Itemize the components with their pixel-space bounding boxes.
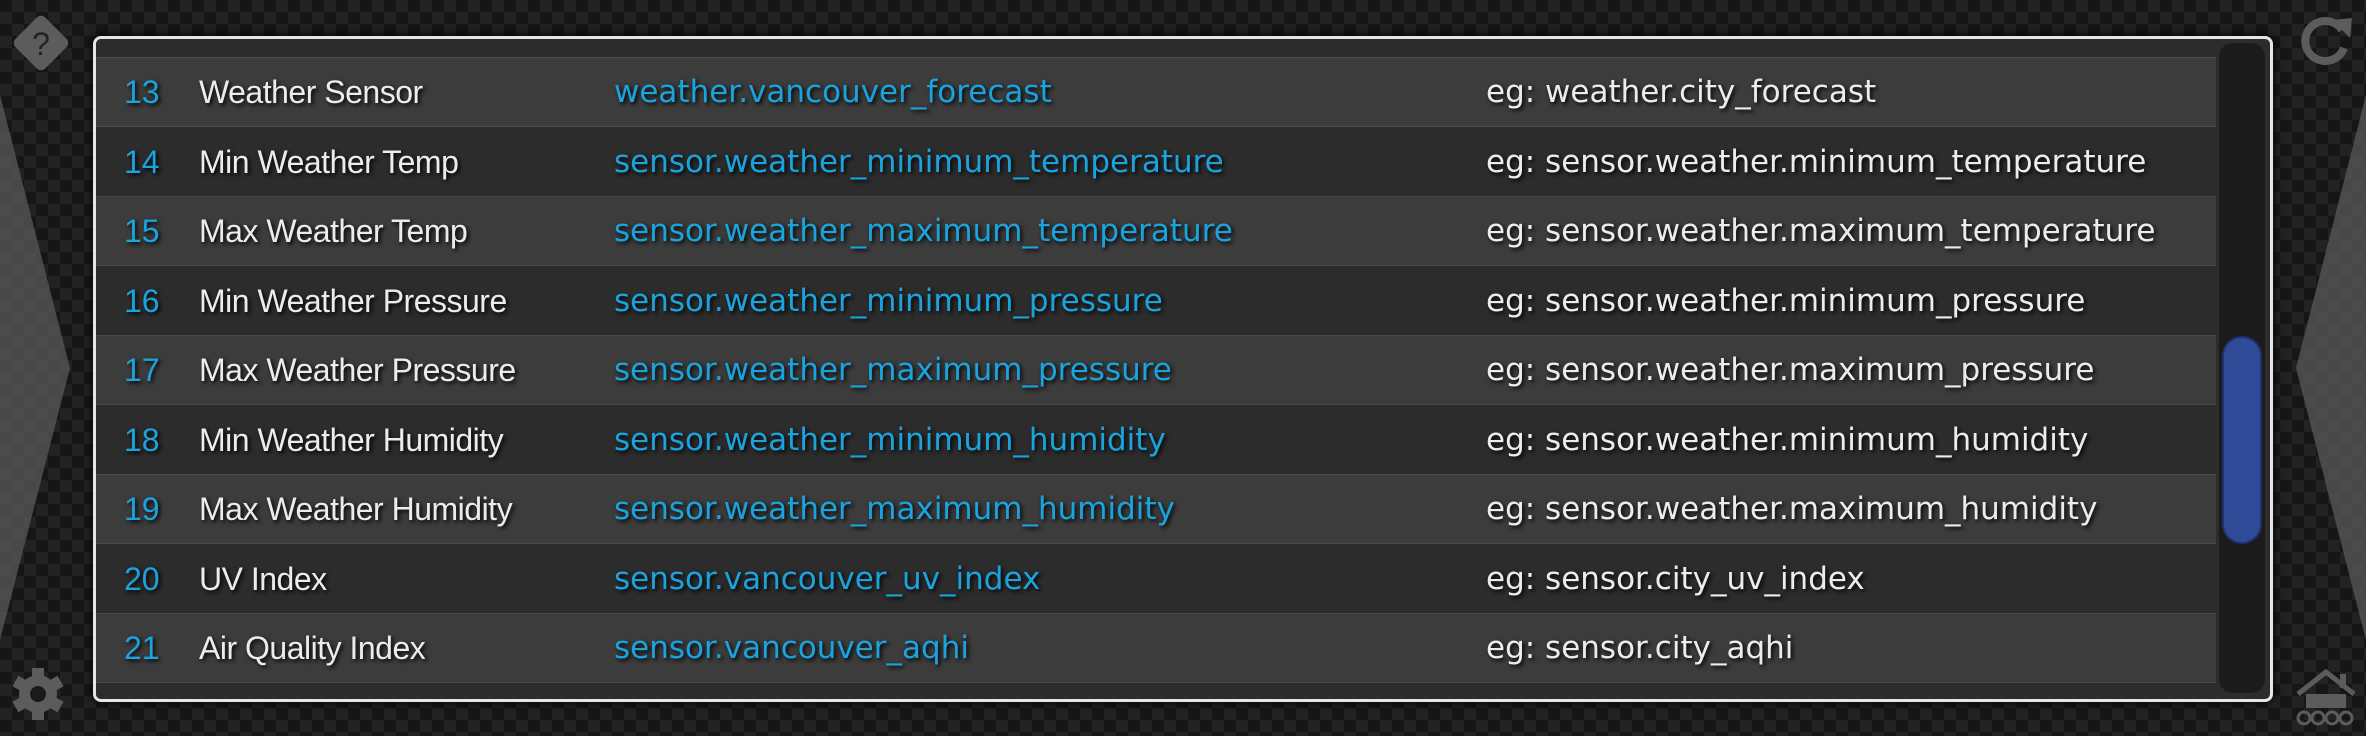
refresh-icon[interactable] [2296, 10, 2356, 70]
table-row-partial [96, 39, 2216, 58]
scrollbar-thumb[interactable] [2222, 335, 2262, 544]
row-number: 18 [124, 421, 160, 458]
row-number: 19 [124, 491, 160, 527]
row-number: 20 [124, 560, 160, 597]
entity-id-link[interactable]: sensor.weather_minimum_humidity [614, 406, 1166, 474]
entity-id-link[interactable]: weather.vancouver_forecast [614, 58, 1052, 126]
entity-id-link[interactable]: sensor.weather_maximum_pressure [614, 336, 1172, 404]
example-text: eg: sensor.weather.minimum_humidity [1486, 421, 2089, 458]
row-label: UV Index [199, 560, 327, 597]
table-row[interactable]: 14 Min Weather Temp sensor.weather_minimum… [96, 127, 2216, 197]
row-number: 13 [124, 74, 160, 110]
example-text: eg: sensor.weather.minimum_temperature [1486, 143, 2147, 180]
scrollbar[interactable] [2219, 43, 2265, 693]
row-label: Max Weather Pressure [199, 352, 516, 388]
row-label: Min Weather Temp [199, 143, 459, 180]
row-label: Weather Sensor [199, 74, 423, 110]
example-text: eg: sensor.weather.minimum_pressure [1486, 282, 2086, 319]
table-row[interactable]: 17 Max Weather Pressure sensor.weather_max… [96, 336, 2216, 405]
help-icon[interactable]: ? [8, 10, 74, 76]
entity-id-link[interactable]: sensor.vancouver_aqhi [614, 614, 969, 682]
row-label: Air Quality Index [199, 630, 426, 666]
table-row[interactable]: 13 Weather Sensor weather.vancouver_foreca… [96, 58, 2216, 127]
table-row[interactable]: 19 Max Weather Humidity sensor.weather_max… [96, 475, 2216, 544]
row-number: 16 [124, 282, 160, 319]
example-text: eg: sensor.city_uv_index [1486, 560, 1865, 597]
example-text: eg: sensor.weather.maximum_humidity [1486, 491, 2098, 527]
entity-id-link[interactable]: sensor.vancouver_uv_index [614, 545, 1040, 613]
entity-id-link[interactable]: sensor.weather_maximum_temperature [614, 197, 1233, 265]
row-label: Min Weather Pressure [199, 282, 507, 319]
table-row[interactable]: 18 Min Weather Humidity sensor.weather_min… [96, 405, 2216, 475]
table-row-partial [96, 683, 2216, 699]
row-number: 17 [124, 352, 160, 388]
svg-text:?: ? [32, 26, 50, 62]
example-text: eg: sensor.weather.maximum_pressure [1486, 352, 2095, 388]
table-row[interactable]: 15 Max Weather Temp sensor.weather_maximum… [96, 197, 2216, 266]
row-number: 21 [124, 630, 160, 666]
next-page-arrow[interactable] [2286, 0, 2366, 736]
entity-id-link[interactable]: sensor.weather_maximum_humidity [614, 475, 1175, 543]
gear-icon[interactable] [8, 664, 68, 724]
entity-id-link[interactable]: sensor.weather_minimum_temperature [614, 128, 1224, 196]
table-row[interactable]: 16 Min Weather Pressure sensor.weather_min… [96, 266, 2216, 336]
row-number: 14 [124, 143, 160, 180]
example-text: eg: sensor.weather.maximum_temperature [1486, 213, 2156, 249]
row-label: Max Weather Humidity [199, 491, 513, 527]
home-icon[interactable] [2294, 664, 2358, 730]
table-row[interactable]: 21 Air Quality Index sensor.vancouver_aqhi… [96, 614, 2216, 683]
entity-id-link[interactable]: sensor.weather_minimum_pressure [614, 267, 1163, 335]
previous-page-arrow[interactable] [0, 0, 80, 736]
entity-config-table: 13 Weather Sensor weather.vancouver_foreca… [93, 36, 2273, 702]
row-label: Max Weather Temp [199, 213, 468, 249]
row-label: Min Weather Humidity [199, 421, 504, 458]
table-row[interactable]: 20 UV Index sensor.vancouver_uv_index eg: s… [96, 544, 2216, 614]
row-number: 15 [124, 213, 160, 249]
example-text: eg: sensor.city_aqhi [1486, 630, 1794, 666]
example-text: eg: weather.city_forecast [1486, 74, 1877, 110]
